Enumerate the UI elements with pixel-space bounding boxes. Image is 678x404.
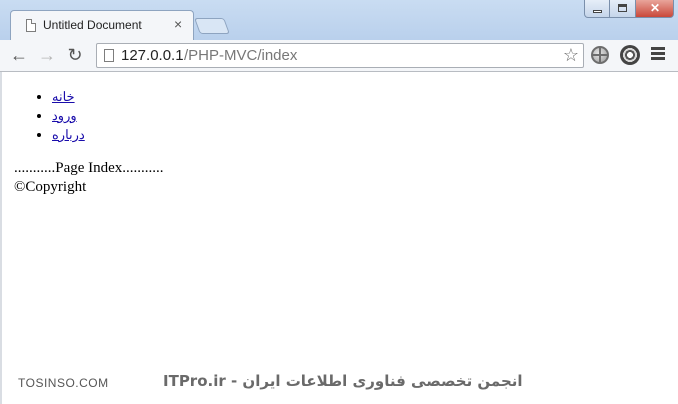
window-controls: ✕	[584, 0, 674, 18]
globe-icon[interactable]	[591, 46, 609, 64]
url-host: 127.0.0.1	[121, 47, 184, 64]
browser-toolbar: ← → ↻ 127.0.0.1 /PHP-MVC/index ☆	[0, 40, 678, 72]
reload-button[interactable]: ↻	[64, 44, 86, 66]
forward-button[interactable]: →	[36, 44, 58, 66]
watermark-itpro: ITPro.ir - انجمن تخصصی فناوری اطلاعات ای…	[163, 372, 523, 390]
watermark-tosinso: TOSINSO.COM	[18, 376, 109, 390]
menu-bar	[651, 57, 665, 60]
page-icon	[104, 49, 114, 62]
film-reel-icon[interactable]	[620, 45, 640, 65]
nav-link-about[interactable]: درباره	[52, 127, 85, 142]
tab-close-icon[interactable]: ×	[174, 16, 182, 32]
tab-strip: Untitled Document × ✕	[0, 0, 678, 41]
copyright-text: ©Copyright	[14, 179, 87, 195]
page-index-text: ...........Page Index...........	[14, 160, 164, 176]
tab-title: Untitled Document	[43, 18, 142, 32]
maximize-button[interactable]	[610, 0, 636, 18]
hamburger-menu-icon[interactable]	[651, 47, 665, 61]
nav-list: خانه ورود درباره	[52, 87, 85, 144]
browser-window: Untitled Document × ✕ ← → ↻ 127.0.0.1 /P…	[0, 0, 678, 404]
menu-bar	[651, 47, 665, 50]
list-item: خانه	[52, 87, 85, 106]
list-item: ورود	[52, 106, 85, 125]
url-path: /PHP-MVC/index	[184, 47, 298, 64]
tab-untitled-document[interactable]: Untitled Document ×	[10, 10, 194, 40]
new-tab-button[interactable]	[194, 18, 230, 34]
nav-link-login[interactable]: ورود	[52, 108, 77, 123]
bookmark-star-icon[interactable]: ☆	[563, 45, 579, 66]
close-icon: ✕	[649, 1, 661, 15]
close-window-button[interactable]: ✕	[636, 0, 674, 18]
page-content: خانه ورود درباره ...........Page Index..…	[0, 72, 678, 404]
list-item: درباره	[52, 125, 85, 144]
minimize-button[interactable]	[584, 0, 610, 18]
menu-bar	[651, 52, 665, 55]
nav-link-home[interactable]: خانه	[52, 89, 75, 104]
page-icon	[26, 19, 36, 32]
back-button[interactable]: ←	[8, 44, 30, 66]
address-bar[interactable]: 127.0.0.1 /PHP-MVC/index ☆	[96, 43, 584, 68]
